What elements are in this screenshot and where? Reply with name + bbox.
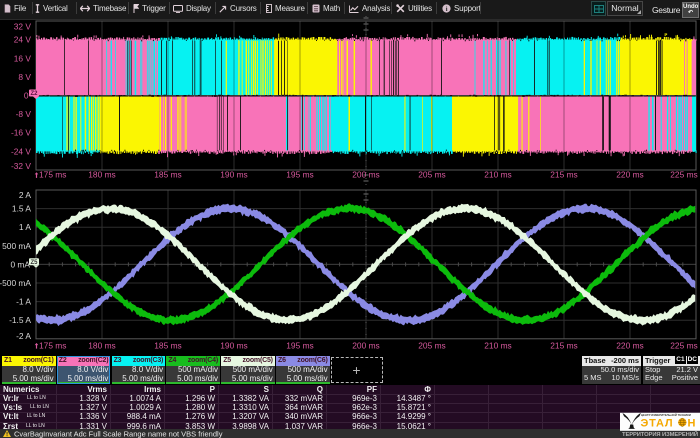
svg-text:185 ms: 185 ms — [154, 340, 181, 350]
svg-text:24 V: 24 V — [14, 35, 32, 45]
svg-text:-32 V: -32 V — [11, 161, 31, 171]
svg-text:210 ms: 210 ms — [484, 170, 511, 180]
svg-text:220 ms: 220 ms — [616, 170, 643, 180]
svg-text:200 ms: 200 ms — [352, 340, 379, 350]
svg-text:175 ms: 175 ms — [39, 170, 66, 180]
svg-text:1.5 A: 1.5 A — [12, 204, 32, 214]
svg-text:205 ms: 205 ms — [418, 340, 445, 350]
svg-text:195 ms: 195 ms — [286, 340, 313, 350]
svg-text:ЦЕНТР ИЗМЕРИТЕЛЬНОЙ ТЕХНИКИ: ЦЕНТР ИЗМЕРИТЕЛЬНОЙ ТЕХНИКИ — [641, 413, 691, 417]
svg-text:215 ms: 215 ms — [550, 170, 577, 180]
svg-text:195 ms: 195 ms — [286, 170, 313, 180]
svg-text:Z5: Z5 — [30, 260, 38, 266]
svg-text:210 ms: 210 ms — [484, 340, 511, 350]
svg-text:1 A: 1 A — [19, 222, 32, 232]
svg-text:225 ms: 225 ms — [670, 340, 697, 350]
svg-text:Z2: Z2 — [30, 91, 38, 97]
svg-text:220 ms: 220 ms — [616, 340, 643, 350]
svg-text:-2 A: -2 A — [16, 331, 31, 341]
svg-text:190 ms: 190 ms — [220, 340, 247, 350]
svg-text:-8 V: -8 V — [16, 109, 32, 119]
svg-text:ТЕРРИТОРИЯ ИЗМЕРЕНИЙ: ТЕРРИТОРИЯ ИЗМЕРЕНИЙ — [622, 430, 698, 438]
svg-text:200 ms: 200 ms — [352, 170, 379, 180]
svg-text:8 V: 8 V — [18, 72, 31, 82]
svg-text:-1 A: -1 A — [16, 297, 31, 307]
svg-text:180 ms: 180 ms — [88, 170, 115, 180]
svg-text:205 ms: 205 ms — [418, 170, 445, 180]
svg-text:-16 V: -16 V — [11, 128, 31, 138]
svg-text:2 A: 2 A — [19, 190, 32, 200]
svg-text:190 ms: 190 ms — [220, 170, 247, 180]
svg-text:185 ms: 185 ms — [154, 170, 181, 180]
svg-text:500 mA: 500 mA — [2, 241, 31, 251]
svg-text:-24 V: -24 V — [11, 146, 31, 156]
svg-text:16 V: 16 V — [14, 53, 32, 63]
svg-text:175 ms: 175 ms — [39, 340, 66, 350]
svg-text:0 mA: 0 mA — [10, 259, 30, 269]
svg-text:215 ms: 215 ms — [550, 340, 577, 350]
svg-text:-500 mA: -500 mA — [0, 278, 31, 288]
svg-text:0: 0 — [24, 91, 29, 101]
svg-text:Н: Н — [688, 418, 696, 430]
svg-text:180 ms: 180 ms — [88, 340, 115, 350]
svg-text:32 V: 32 V — [14, 21, 32, 31]
svg-text:ЭТАЛ: ЭТАЛ — [641, 418, 674, 430]
svg-text:225 ms: 225 ms — [670, 170, 697, 180]
svg-text:-1.5 A: -1.5 A — [9, 315, 31, 325]
